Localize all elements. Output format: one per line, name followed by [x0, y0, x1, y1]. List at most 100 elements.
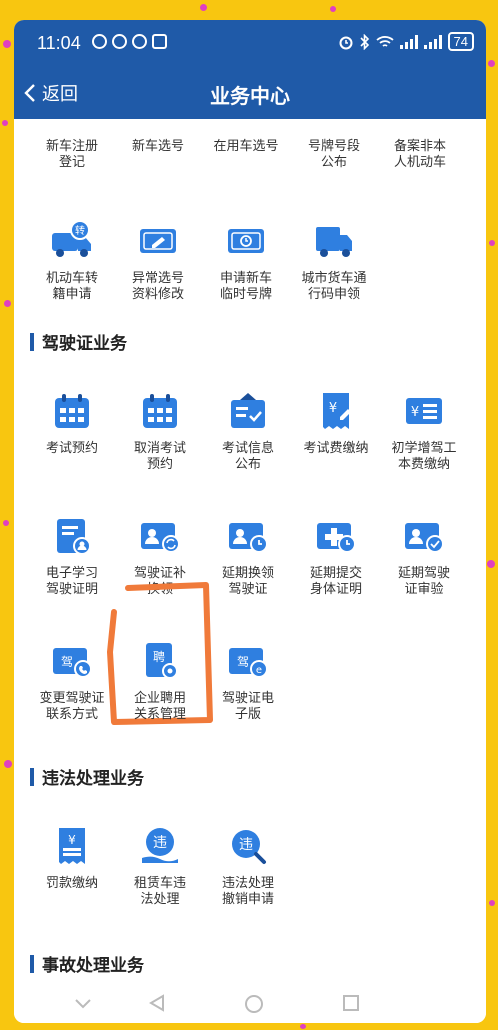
decor-dot [489, 240, 495, 246]
service-rental-violation[interactable]: 违 租赁车违 法处理 [114, 824, 206, 908]
service-car-transfer[interactable]: 转 机动车转 籍申请 [26, 219, 118, 303]
decor-dot [489, 900, 495, 906]
service-e-license[interactable]: 驾e 驾驶证电 子版 [202, 639, 294, 723]
svg-text:驾: 驾 [61, 655, 73, 669]
service-used-car-plate[interactable]: 在用车选号 [200, 139, 292, 155]
nav-home-icon[interactable] [244, 994, 264, 1014]
decor-dot [487, 560, 495, 568]
service-label: 考试预约 [45, 441, 98, 456]
service-label: 申请新车 临时号牌 [219, 271, 272, 302]
service-exam-booking[interactable]: 考试预约 [26, 389, 118, 457]
fee-receipt-icon: ¥ [323, 393, 351, 429]
chevron-left-icon [24, 84, 35, 102]
document-user-icon [57, 519, 91, 555]
section-license-title: 驾驶证业务 [30, 329, 127, 354]
section-accident-title: 事故处理业务 [30, 951, 144, 976]
decor-dot [4, 760, 12, 768]
license-phone-icon: 驾 [53, 648, 92, 678]
section-label: 违法处理业务 [42, 769, 144, 789]
service-learner-fee[interactable]: ¥ 初学增驾工 本费缴纳 [378, 389, 470, 473]
back-label: 返回 [42, 84, 78, 105]
svg-text:e: e [256, 665, 262, 676]
service-cargo-pass[interactable]: 城市货车通 行码申领 [288, 219, 380, 303]
section-bar [30, 767, 34, 786]
svg-text:违: 违 [239, 837, 253, 853]
service-label: 延期驾驶 证审验 [397, 566, 450, 597]
service-employment-mgmt[interactable]: 聘 企业聘用 关系管理 [114, 639, 206, 723]
service-label: 企业聘用 关系管理 [133, 691, 186, 722]
service-label: 新车注册 登记 [45, 139, 98, 170]
service-plate-segment[interactable]: 号牌号段 公布 [288, 139, 380, 171]
service-temp-plate[interactable]: 申请新车 临时号牌 [200, 219, 292, 303]
service-new-car-register[interactable]: 新车注册 登记 [26, 139, 118, 171]
svg-text:转: 转 [75, 224, 85, 237]
service-label: 取消考试 预约 [133, 441, 186, 472]
battery-indicator: 74 [447, 32, 474, 51]
fine-receipt-icon: ¥ [59, 828, 85, 864]
app-header: 11:04 74 业务中心 返回 [14, 20, 486, 119]
system-nav-bar [14, 988, 486, 1023]
status-bar: 11:04 74 [14, 20, 486, 64]
truck-transfer-icon: 转 [52, 220, 91, 257]
bluetooth-icon [359, 33, 369, 50]
service-exam-info[interactable]: 考试信息 公布 [202, 389, 294, 473]
section-violation-title: 违法处理业务 [30, 764, 144, 789]
violation-search-icon: 违 [232, 830, 266, 864]
service-label: 租赁车违 法处理 [133, 876, 186, 907]
service-list[interactable]: 新车注册 登记 新车选号 在用车选号 号牌号段 公布 备案非本 人机动车 转 机… [14, 119, 486, 989]
svg-text:驾: 驾 [237, 655, 249, 669]
decor-dot [4, 300, 11, 307]
decor-dot [488, 60, 495, 67]
section-bar [30, 954, 34, 973]
nfc-icon [152, 34, 167, 49]
record-icon [92, 34, 107, 49]
service-e-learning-proof[interactable]: 电子学习 驾驶证明 [26, 514, 118, 598]
nav-back-icon[interactable] [148, 994, 166, 1012]
service-label: 新车选号 [131, 139, 184, 154]
service-exam-cancel[interactable]: 取消考试 预约 [114, 389, 206, 473]
service-new-car-plate[interactable]: 新车选号 [112, 139, 204, 155]
service-license-audit-extend[interactable]: 延期驾驶 证审验 [378, 514, 470, 598]
service-change-contact[interactable]: 驾 变更驾驶证 联系方式 [26, 639, 118, 723]
cargo-truck-icon [316, 227, 352, 257]
calendar-cancel-icon [143, 394, 177, 428]
phone-screen: 11:04 74 业务中心 返回 新车注册 登记 新车选号 在用车选号 号牌号段… [14, 20, 486, 1023]
license-renew-icon [141, 523, 180, 553]
alarm-icon [339, 36, 353, 49]
notice-board-icon [231, 393, 265, 428]
service-violation-revoke[interactable]: 违 违法处理 撤销申请 [202, 824, 294, 908]
license-digital-icon: 驾e [229, 648, 268, 678]
service-label: 违法处理 撤销申请 [221, 876, 274, 907]
section-bar [30, 332, 34, 351]
back-button[interactable]: 返回 [24, 80, 78, 106]
health-clock-icon [317, 523, 356, 553]
section-label: 事故处理业务 [42, 956, 144, 976]
service-non-owner-car[interactable]: 备案非本 人机动车 [374, 139, 466, 171]
decor-dot [2, 120, 8, 126]
svg-text:聘: 聘 [153, 650, 165, 664]
decor-dot [3, 520, 9, 526]
signal-icon [399, 34, 418, 49]
license-clock-icon [229, 523, 268, 553]
page-title: 业务中心 [210, 84, 290, 108]
system-icons: 74 [338, 32, 474, 51]
section-label: 驾驶证业务 [42, 334, 127, 354]
status-time: 11:04 [37, 33, 81, 53]
chevron-down-icon[interactable] [74, 998, 92, 1010]
decor-dot [200, 4, 207, 11]
notification-icons [92, 34, 167, 49]
temp-plate-icon [228, 229, 264, 253]
service-fine-payment[interactable]: ¥ 罚款缴纳 [26, 824, 118, 892]
service-exam-fee[interactable]: ¥ 考试费缴纳 [290, 389, 382, 457]
nav-bar: 业务中心 返回 [14, 74, 486, 114]
service-label: 驾驶证电 子版 [221, 691, 274, 722]
service-health-proof-extend[interactable]: 延期提交 身体证明 [290, 514, 382, 598]
service-label: 号牌号段 公布 [307, 139, 360, 170]
service-plate-edit[interactable]: 异常选号 资料修改 [112, 219, 204, 303]
speed-icon [112, 34, 127, 49]
svg-text:违: 违 [153, 835, 167, 851]
decor-dot [3, 40, 11, 48]
svg-text:¥: ¥ [68, 833, 76, 847]
service-label: 机动车转 籍申请 [45, 271, 98, 302]
nav-recents-icon[interactable] [342, 994, 360, 1012]
